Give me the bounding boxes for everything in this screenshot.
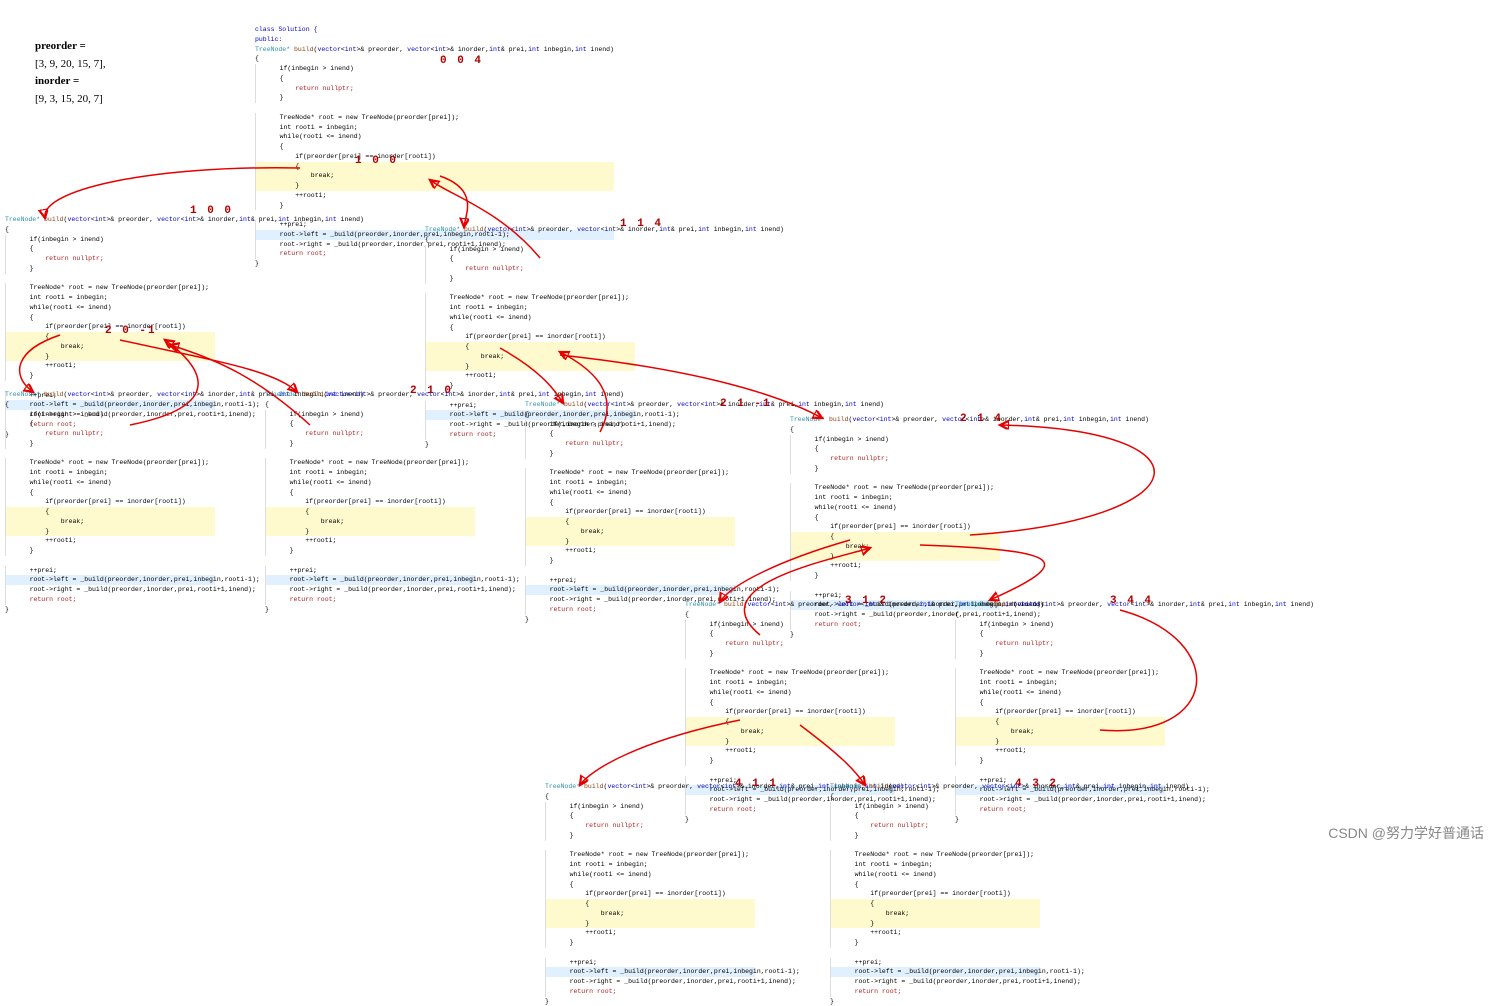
preorder-value: [3, 9, 20, 15, 7], (35, 56, 106, 74)
annot-c4: 1 1 4 (620, 218, 663, 230)
inorder-value: [9, 3, 15, 20, 7] (35, 91, 106, 109)
annot-c10: 4 3 2 (1015, 778, 1058, 790)
annot-c7: 3 1 2 (845, 595, 888, 607)
annot-c8: 3 4 4 (1110, 595, 1153, 607)
call-3: TreeNode* build(vector<int>& preorder, v… (265, 390, 475, 614)
annot-c6: 2 1 4 (960, 413, 1003, 425)
call-9: TreeNode* build(vector<int>& preorder, v… (545, 782, 755, 1006)
input-description: preorder = [3, 9, 20, 15, 7], inorder = … (35, 38, 106, 108)
annot-top-params: 0 0 4 (440, 55, 483, 67)
annot-c1: 1 0 0 (190, 205, 233, 217)
call-10: TreeNode* build(vector<int>& preorder, v… (830, 782, 1040, 1006)
annot-top-left: 1 0 0 (355, 155, 398, 167)
annot-c5: 2 1 -1 (720, 398, 772, 410)
watermark: CSDN @努力学好普通话 (1328, 823, 1484, 843)
annot-c9: 4 1 1 (735, 778, 778, 790)
inorder-label: inorder = (35, 75, 79, 87)
annot-c3: 2 1 0 (410, 385, 453, 397)
annot-c2: 2 0 -1 (105, 325, 157, 337)
call-2a: TreeNode* build(vector<int>& preorder, v… (5, 390, 215, 614)
call-5: TreeNode* build(vector<int>& preorder, v… (525, 400, 735, 624)
preorder-label: preorder = (35, 40, 86, 52)
